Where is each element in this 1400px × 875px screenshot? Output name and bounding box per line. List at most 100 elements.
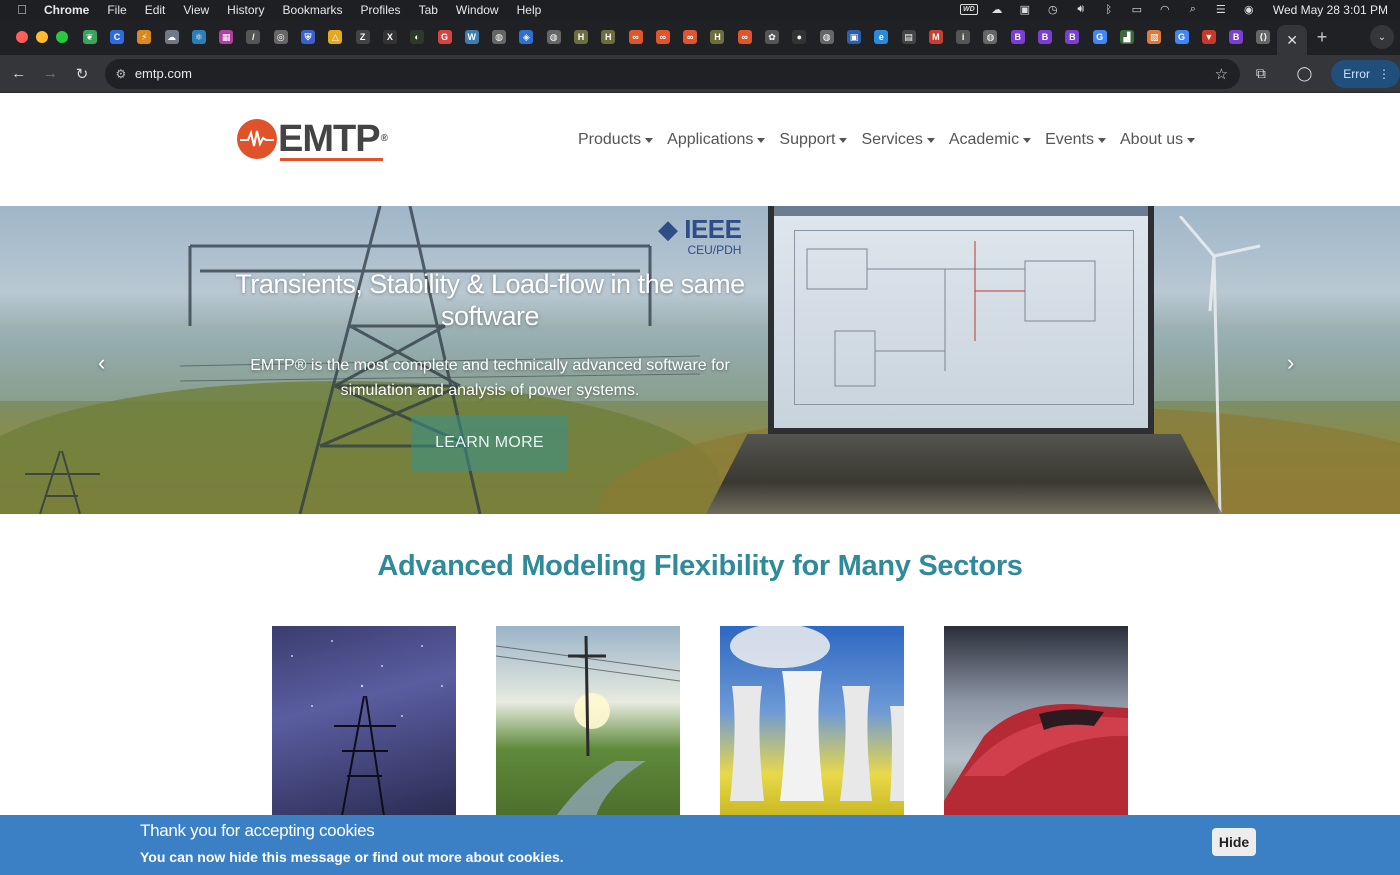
pinned-tab[interactable]: M: [922, 19, 949, 55]
pinned-tab[interactable]: e: [868, 19, 895, 55]
menubar-clock[interactable]: Wed May 28 3:01 PM: [1273, 3, 1388, 17]
pinned-tab[interactable]: ◍: [813, 19, 840, 55]
pinned-tab[interactable]: ◈: [513, 19, 540, 55]
pinned-tab[interactable]: B: [1004, 19, 1031, 55]
carousel-next-chevron-icon[interactable]: ›: [1287, 350, 1294, 376]
pinned-tab[interactable]: ◍: [977, 19, 1004, 55]
back-arrow-icon[interactable]: ←: [4, 59, 34, 89]
menu-app-chrome[interactable]: Chrome: [44, 3, 98, 17]
nav-support[interactable]: Support: [779, 131, 861, 149]
cookie-hide-button[interactable]: Hide: [1212, 828, 1256, 856]
nav-applications[interactable]: Applications: [667, 131, 779, 149]
pinned-tab[interactable]: H: [567, 19, 594, 55]
bookmark-star-icon[interactable]: ☆: [1215, 65, 1228, 83]
close-icon[interactable]: ✕: [1286, 32, 1298, 49]
tab-active-close[interactable]: ✕: [1277, 25, 1308, 55]
sector-image-train[interactable]: [944, 626, 1128, 816]
new-tab-button[interactable]: +: [1307, 27, 1337, 48]
pinned-tab[interactable]: ⚛: [185, 19, 212, 55]
pinned-tab[interactable]: B: [1059, 19, 1086, 55]
spotlight-search-icon[interactable]: ⌕: [1183, 3, 1203, 16]
pinned-tab[interactable]: ▟: [1113, 19, 1140, 55]
pinned-tab[interactable]: B: [1031, 19, 1058, 55]
pinned-tab[interactable]: ▣: [840, 19, 867, 55]
menu-help[interactable]: Help: [508, 3, 551, 17]
apple-menu-icon[interactable]: : [0, 2, 44, 17]
learn-more-button[interactable]: LEARN MORE: [411, 415, 568, 471]
menu-view[interactable]: View: [174, 3, 218, 17]
pinned-tab[interactable]: /: [240, 19, 267, 55]
forward-arrow-icon[interactable]: →: [36, 59, 66, 89]
address-url[interactable]: emtp.com: [135, 66, 192, 81]
pinned-tab[interactable]: ▼: [1195, 19, 1222, 55]
pinned-tab[interactable]: ✿: [758, 19, 785, 55]
bluetooth-icon[interactable]: ᛒ: [1099, 4, 1119, 16]
pinned-tab[interactable]: ∞: [731, 19, 758, 55]
time-machine-icon[interactable]: ◷: [1043, 4, 1063, 16]
site-settings-icon[interactable]: ⚙: [107, 67, 135, 81]
volume-icon[interactable]: 🔊︎: [1071, 3, 1091, 16]
profile-error-button[interactable]: Error ⋮: [1331, 59, 1400, 88]
pinned-tab[interactable]: H: [704, 19, 731, 55]
pinned-tab[interactable]: ▤: [895, 19, 922, 55]
pinned-tab[interactable]: ◐: [404, 19, 431, 55]
menu-file[interactable]: File: [98, 3, 135, 17]
carousel-prev-chevron-icon[interactable]: ‹: [98, 350, 105, 376]
reload-icon[interactable]: ↻: [67, 59, 97, 89]
pinned-tab[interactable]: ⟨⟩: [1250, 19, 1277, 55]
battery-icon[interactable]: ▭: [1127, 4, 1147, 16]
wifi-icon[interactable]: ◠: [1155, 4, 1175, 16]
pinned-tab[interactable]: ❦: [76, 19, 103, 55]
pinned-tab[interactable]: △: [322, 19, 349, 55]
pinned-tab[interactable]: G: [1168, 19, 1195, 55]
pinned-tab[interactable]: ◎: [267, 19, 294, 55]
control-center-icon[interactable]: ☰: [1211, 4, 1231, 16]
profile-avatar-icon[interactable]: ◯: [1290, 65, 1320, 82]
sector-image-utility-pole[interactable]: [496, 626, 680, 816]
sector-image-night-tower[interactable]: [272, 626, 456, 816]
menu-history[interactable]: History: [218, 3, 273, 17]
pinned-tab[interactable]: ◍: [485, 19, 512, 55]
nav-services[interactable]: Services: [861, 131, 948, 149]
pinned-tab[interactable]: ∞: [677, 19, 704, 55]
pinned-tab[interactable]: ⛨: [294, 19, 321, 55]
pinned-tab[interactable]: C: [103, 19, 130, 55]
menu-tab[interactable]: Tab: [410, 3, 447, 17]
menu-window[interactable]: Window: [447, 3, 508, 17]
zoom-window-button[interactable]: [56, 31, 68, 43]
wd-drive-icon[interactable]: WD: [959, 4, 979, 16]
pinned-tab[interactable]: G: [1086, 19, 1113, 55]
menu-profiles[interactable]: Profiles: [352, 3, 410, 17]
pinned-tab[interactable]: H: [595, 19, 622, 55]
close-window-button[interactable]: [16, 31, 28, 43]
tab-search-chevron-icon[interactable]: ⌄: [1370, 25, 1394, 49]
pinned-tab[interactable]: ∞: [622, 19, 649, 55]
pinned-tab[interactable]: ⚡: [131, 19, 158, 55]
sector-image-cooling-towers[interactable]: [720, 626, 904, 816]
pinned-tab[interactable]: i: [950, 19, 977, 55]
screen-icon[interactable]: ▣: [1015, 4, 1035, 16]
menu-edit[interactable]: Edit: [136, 3, 175, 17]
siri-icon[interactable]: ◉: [1239, 4, 1259, 16]
pinned-tab[interactable]: G: [431, 19, 458, 55]
pinned-tab[interactable]: X: [376, 19, 403, 55]
cloud-sync-icon[interactable]: ☁: [987, 4, 1007, 16]
pinned-tab[interactable]: ●: [786, 19, 813, 55]
pinned-tab[interactable]: W: [458, 19, 485, 55]
nav-academic[interactable]: Academic: [949, 131, 1045, 149]
nav-products[interactable]: Products: [578, 131, 667, 149]
kebab-menu-icon[interactable]: ⋮: [1378, 67, 1390, 81]
menu-bookmarks[interactable]: Bookmarks: [274, 3, 352, 17]
pinned-tab[interactable]: ☁: [158, 19, 185, 55]
pinned-tab[interactable]: ▧: [1141, 19, 1168, 55]
pinned-tab[interactable]: B: [1222, 19, 1249, 55]
nav-about-us[interactable]: About us: [1120, 131, 1209, 149]
address-bar[interactable]: ⚙ emtp.com ☆: [104, 58, 1241, 89]
extensions-puzzle-icon[interactable]: ⧉: [1246, 65, 1276, 82]
cookie-message[interactable]: You can now hide this message or find ou…: [140, 849, 564, 865]
pinned-tab[interactable]: Z: [349, 19, 376, 55]
minimize-window-button[interactable]: [36, 31, 48, 43]
nav-events[interactable]: Events: [1045, 131, 1120, 149]
emtp-logo[interactable]: EMTP®: [237, 119, 388, 161]
pinned-tab[interactable]: ◍: [540, 19, 567, 55]
